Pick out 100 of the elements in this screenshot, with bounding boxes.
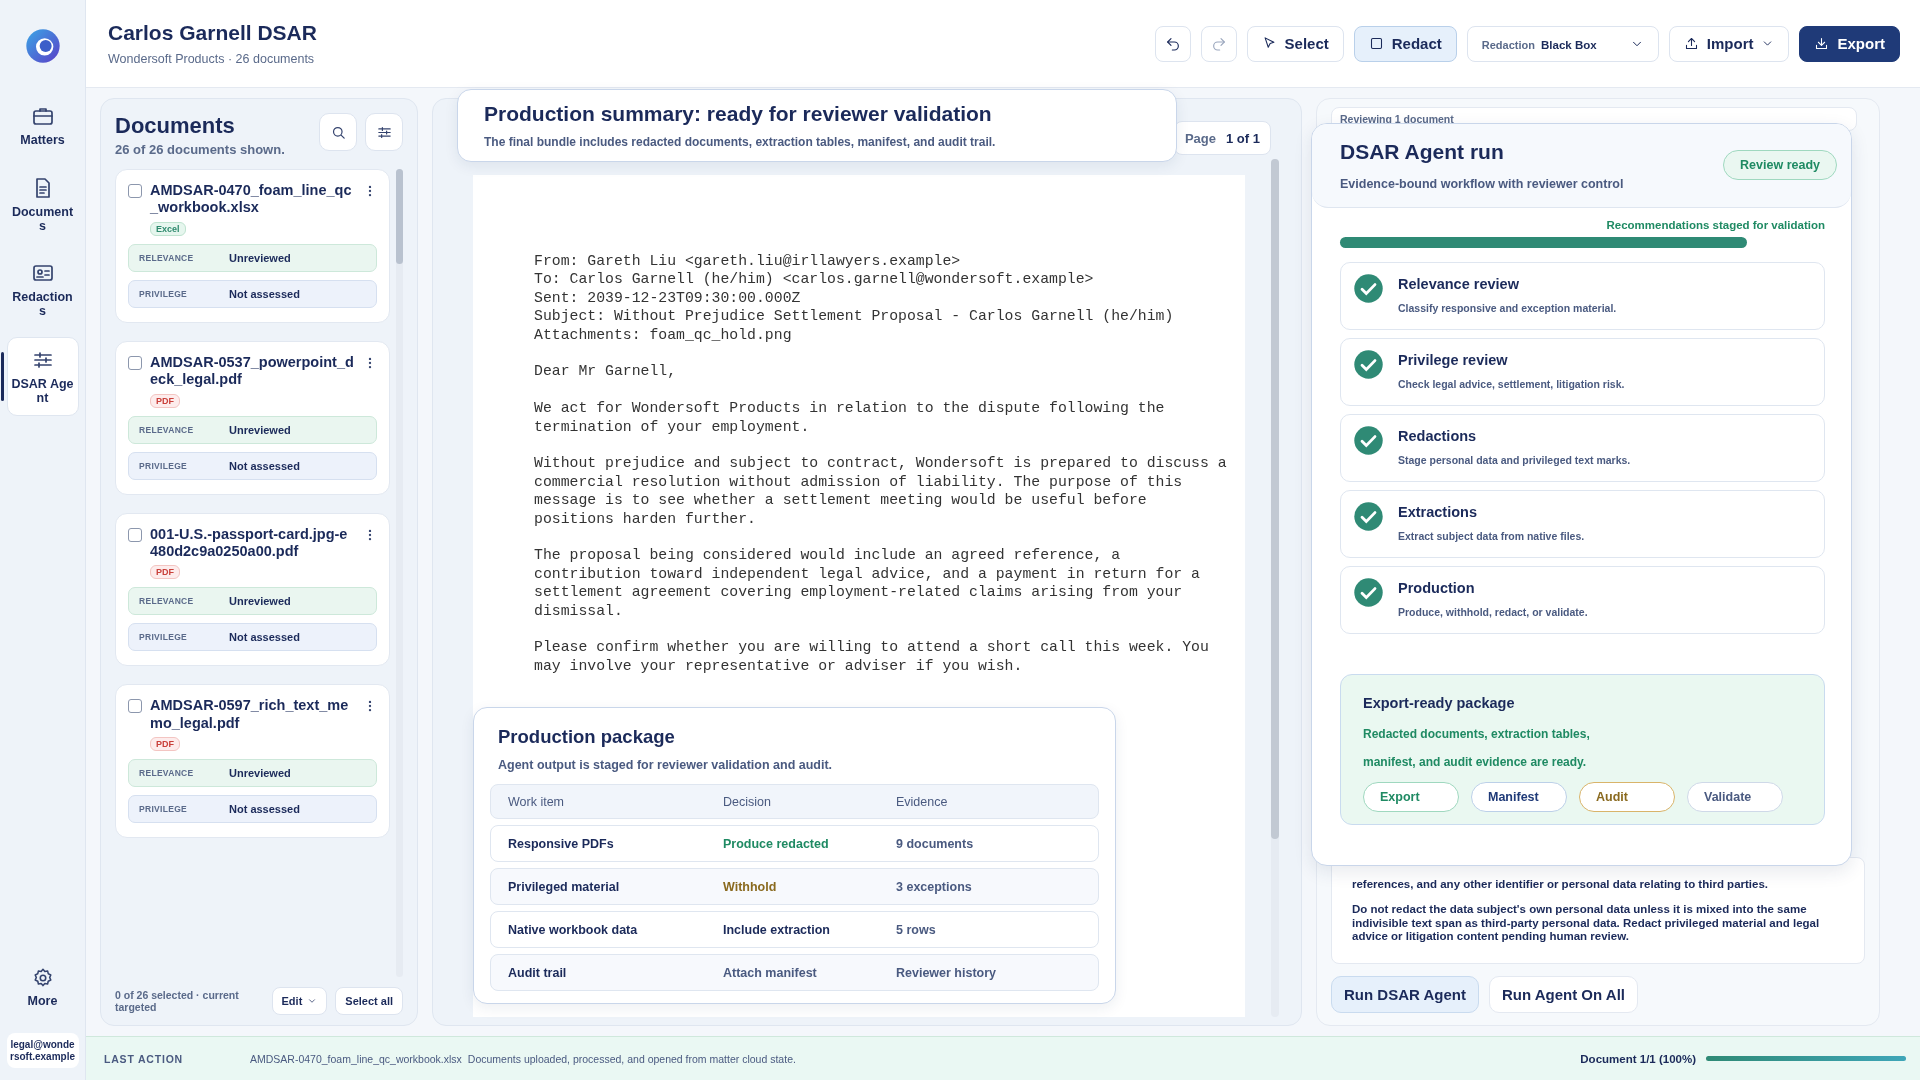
square-icon bbox=[1368, 36, 1384, 51]
import-button[interactable]: Import bbox=[1668, 25, 1790, 62]
checkbox[interactable] bbox=[128, 527, 142, 542]
step-title: Production bbox=[1398, 580, 1476, 596]
step-title: Privilege review bbox=[1398, 352, 1509, 368]
table-cell-text: 9 documents bbox=[896, 836, 975, 851]
select-button[interactable]: Select bbox=[1246, 25, 1344, 62]
column-header: Work item bbox=[508, 794, 566, 809]
document-name[interactable]: 001-U.S.-passport-card.jpg-e480d2c9a0250a00.pdf bbox=[150, 525, 355, 561]
privilege-status[interactable]: PRIVILEGE Not assessed bbox=[128, 795, 377, 824]
edit-button[interactable]: Edit bbox=[271, 987, 328, 1015]
undo-icon bbox=[1164, 35, 1181, 52]
scrollbar[interactable] bbox=[1271, 159, 1279, 1017]
status-message: Documents uploaded, processed, and opened from matter cloud state. bbox=[467, 1052, 796, 1065]
redaction-dropdown[interactable]: Redaction Black Box bbox=[1466, 25, 1659, 62]
page-title: Carlos Garnell DSAR bbox=[108, 21, 317, 45]
user-account[interactable]: legal@wondersoft.example bbox=[6, 1033, 79, 1068]
document-card[interactable]: AMDSAR-0597_rich_text_memo_legal.pdf PDF RELEVANCE Unreviewed PRIVILEGE Not assessed bbox=[115, 684, 390, 839]
privilege-status[interactable]: PRIVILEGE Not assessed bbox=[128, 279, 377, 308]
table-cell-text: Responsive PDFs bbox=[508, 836, 615, 851]
page-subtitle: Wondersoft Products · 26 documents bbox=[108, 52, 316, 66]
chevron-down-icon bbox=[307, 996, 318, 1006]
table-cell-text: Native workbook data bbox=[508, 922, 639, 937]
table-cell-text: Attach manifest bbox=[723, 965, 818, 980]
relevance-status[interactable]: RELEVANCE Unreviewed bbox=[128, 243, 377, 272]
status-badge: Review ready bbox=[1723, 150, 1837, 180]
email-text: The proposal being considered would include an agreed reference, a contribution toward independent legal advice, and a payment in return for a settlement agreement covering employment-related claims arising from your dismissal. bbox=[534, 546, 1201, 621]
relevance-status[interactable]: RELEVANCE Unreviewed bbox=[128, 415, 377, 444]
package-title: Export-ready package bbox=[1363, 695, 1516, 711]
nav-item[interactable]: Documents bbox=[6, 165, 79, 244]
run-agent-button[interactable]: Run DSAR Agent bbox=[1331, 976, 1479, 1013]
nav-item[interactable]: Matters bbox=[6, 94, 79, 158]
card-subtitle: Evidence-bound workflow with reviewer control bbox=[1340, 177, 1624, 191]
card-title: DSAR Agent run bbox=[1340, 140, 1505, 164]
step-title: Extractions bbox=[1398, 504, 1478, 520]
undo-button[interactable] bbox=[1154, 25, 1191, 62]
validate-button[interactable]: Validate bbox=[1687, 782, 1783, 812]
summary-title: Production summary: ready for reviewer validation bbox=[484, 102, 993, 126]
redact-button[interactable]: Redact bbox=[1353, 25, 1457, 62]
email-text: Dear Mr Garnell, bbox=[534, 362, 678, 381]
document-name[interactable]: AMDSAR-0597_rich_text_memo_legal.pdf bbox=[150, 697, 355, 733]
file-type-tag: PDF bbox=[150, 393, 180, 408]
file-name: AMDSAR-0470_foam_line_qc_workbook.xlsx bbox=[250, 1052, 462, 1065]
document-name[interactable]: AMDSAR-0537_powerpoint_deck_legal.pdf bbox=[150, 353, 355, 389]
document-name[interactable]: AMDSAR-0470_foam_line_qc_workbook.xlsx bbox=[150, 182, 355, 217]
redo-icon bbox=[1210, 35, 1227, 52]
step-description: Classify responsive and exception material. bbox=[1398, 302, 1617, 314]
progress-label: Recommendations staged for validation bbox=[1605, 219, 1825, 231]
export-button[interactable]: Export bbox=[1799, 25, 1900, 62]
document-card[interactable]: AMDSAR-0537_powerpoint_deck_legal.pdf PDF RELEVANCE Unreviewed PRIVILEGE Not assessed bbox=[115, 340, 390, 495]
instructions-field[interactable]: references, and any other identifier or personal data relating to third parties. Do not redact the data subject's own personal data unless it is mixed into the same indivisible text span as third-party personal data. Redact privileged material and legal advice or litigation content pending human review. bbox=[1331, 857, 1865, 964]
document-count: 26 of 26 documents shown. bbox=[115, 142, 285, 157]
progress-label: Document 1/1 (100%) bbox=[1580, 1052, 1696, 1065]
document-card[interactable]: AMDSAR-0470_foam_line_qc_workbook.xlsx Excel RELEVANCE Unreviewed PRIVILEGE Not assessed bbox=[115, 169, 390, 323]
table-cell-text: Produce redacted bbox=[723, 836, 830, 851]
select-all-button[interactable]: Select all bbox=[335, 987, 403, 1015]
checkbox[interactable] bbox=[128, 699, 142, 714]
table-cell-text: Include extraction bbox=[723, 922, 831, 937]
run-all-button[interactable]: Run Agent On All bbox=[1488, 976, 1638, 1013]
table-cell-text: Audit trail bbox=[508, 965, 568, 980]
manifest-button[interactable]: Manifest bbox=[1471, 782, 1567, 812]
upload-icon bbox=[1683, 36, 1699, 51]
privilege-status[interactable]: PRIVILEGE Not assessed bbox=[128, 623, 377, 652]
checkbox[interactable] bbox=[128, 184, 142, 198]
email-text: Please confirm whether you are willing to attend a short call this week. You may involve your representative or adviser if you wish. bbox=[534, 638, 1210, 676]
export-button[interactable]: Export bbox=[1363, 782, 1459, 812]
table-cell-text: Reviewer history bbox=[896, 965, 998, 980]
email-text: Without prejudice and subject to contract, Wondersoft is prepared to discuss a commercial resolution without admission of liability. The purpose of this message is to see whether a settlement meeting would be useful before positions harden further. bbox=[534, 454, 1228, 529]
table-cell-text: 5 rows bbox=[896, 922, 937, 937]
table-cell-text: 3 exceptions bbox=[896, 879, 973, 894]
email-text: From: Gareth Liu <gareth.liu@irllawyers.example> To: Carlos Garnell (he/him) <carlos.garnell@wondersoft.example> Sent: 2039-12-23T09:30:00.000Z Subject: Without Prejudice Settlement Proposal - Carlos Garnell (he/him) Attachments: foam_qc_hold.png bbox=[534, 252, 1175, 345]
table-cell-text: Privileged material bbox=[508, 879, 621, 894]
nav-item[interactable]: Redactions bbox=[6, 251, 79, 329]
package-subtitle: Agent output is staged for reviewer validation and audit. bbox=[498, 758, 834, 772]
email-text: We act for Wondersoft Products in relation to the dispute following the termination of your employment. bbox=[534, 399, 1166, 437]
step-description: Extract subject data from native files. bbox=[1398, 530, 1585, 542]
step-title: Redactions bbox=[1398, 428, 1478, 444]
step-description: Produce, withhold, redact, or validate. bbox=[1398, 606, 1588, 618]
column-header: Evidence bbox=[896, 794, 949, 809]
step-description: Check legal advice, settlement, litigation risk. bbox=[1398, 378, 1625, 390]
checkbox[interactable] bbox=[128, 355, 142, 370]
relevance-status[interactable]: RELEVANCE Unreviewed bbox=[128, 759, 377, 788]
filter-button[interactable] bbox=[365, 113, 403, 151]
column-header: Decision bbox=[723, 794, 772, 809]
scrollbar[interactable] bbox=[396, 169, 403, 977]
audit-button[interactable]: Audit bbox=[1579, 782, 1675, 812]
package-description: Redacted documents, extraction tables, manifest, and audit evidence are ready. bbox=[1363, 726, 1591, 771]
file-type-tag: PDF bbox=[150, 737, 180, 752]
privilege-status[interactable]: PRIVILEGE Not assessed bbox=[128, 451, 377, 480]
relevance-status[interactable]: RELEVANCE Unreviewed bbox=[128, 587, 377, 616]
step-title: Relevance review bbox=[1398, 276, 1520, 292]
file-type-tag: Excel bbox=[150, 221, 186, 236]
panel-title: Documents bbox=[115, 113, 236, 139]
search-button[interactable] bbox=[319, 113, 357, 151]
status-label: LAST ACTION bbox=[104, 1052, 184, 1065]
document-card[interactable]: 001-U.S.-passport-card.jpg-e480d2c9a0250a00.pdf PDF RELEVANCE Unreviewed PRIVILEGE Not assessed bbox=[115, 512, 390, 667]
selection-summary: 0 of 26 selected · current targeted bbox=[115, 988, 240, 1014]
table-cell-text: Withhold bbox=[723, 879, 778, 894]
package-title: Production package bbox=[498, 726, 676, 748]
nav-item[interactable]: More bbox=[6, 957, 79, 1019]
